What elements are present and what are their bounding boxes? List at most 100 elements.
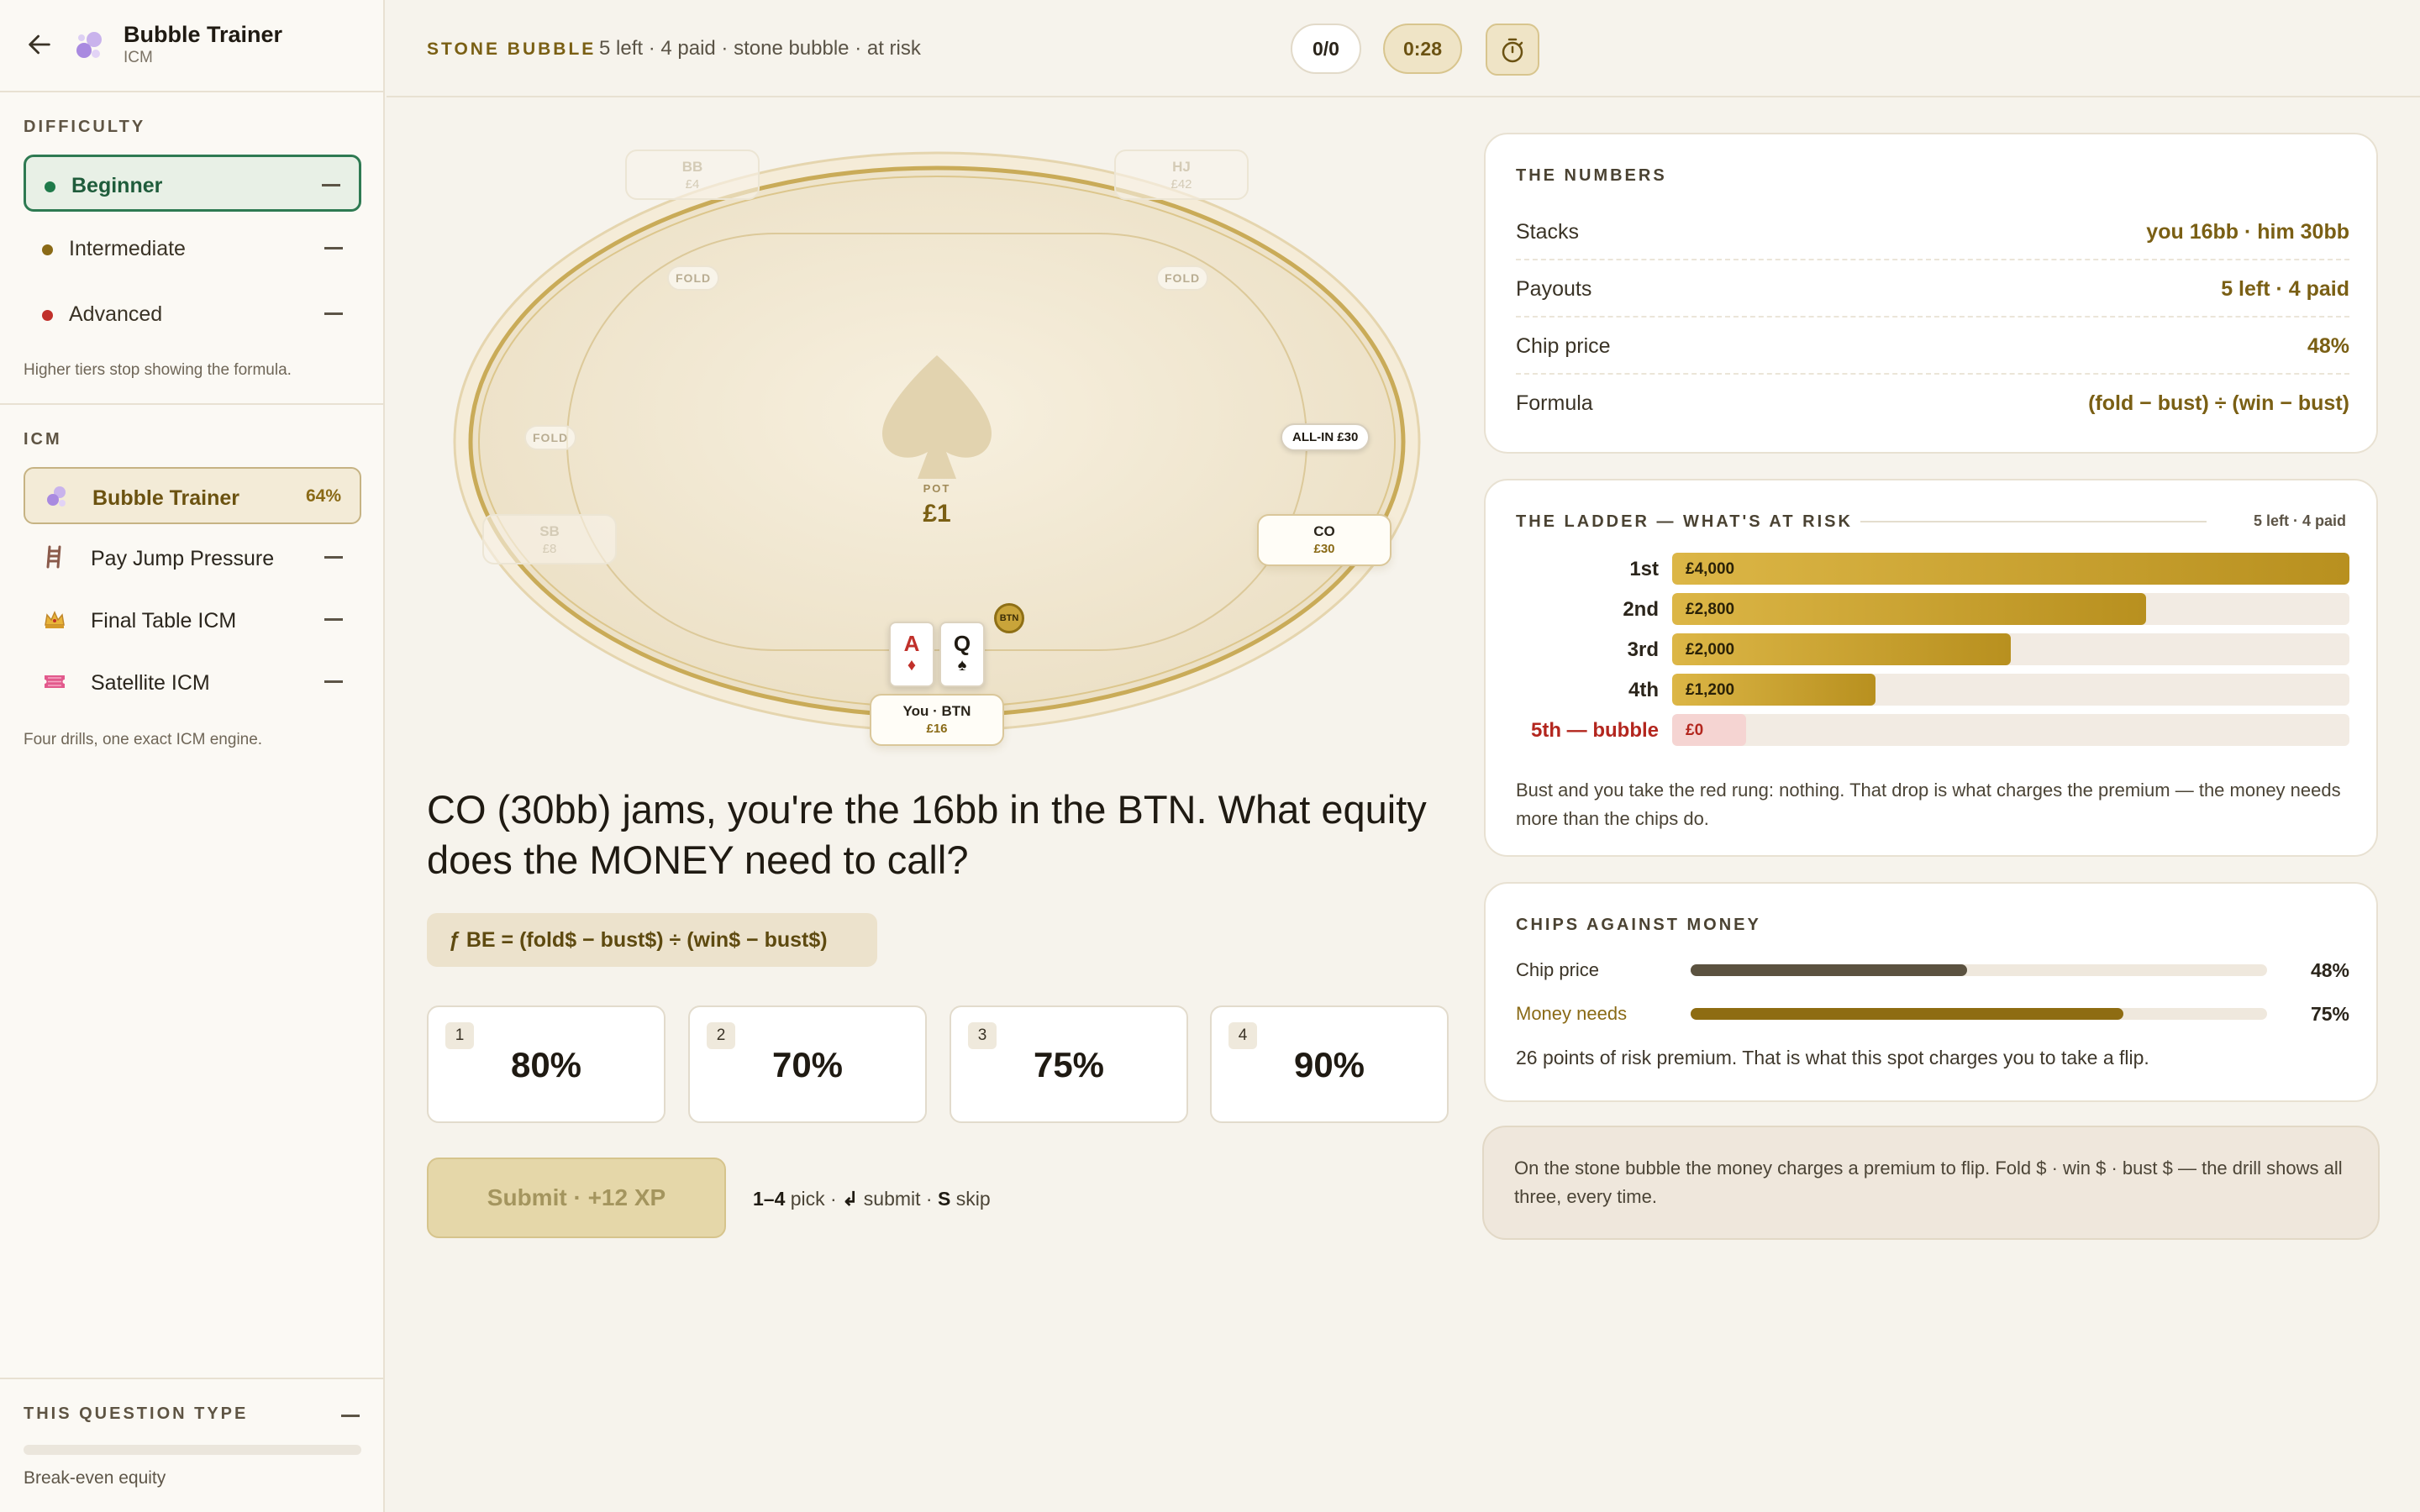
ladder-meta: 5 left · 4 paid — [2253, 512, 2346, 529]
row-label: Formula — [1516, 391, 1593, 415]
pot-label: POT — [923, 482, 951, 495]
rung-prize: £2,000 — [1686, 641, 1735, 659]
pot-value: £1 — [923, 500, 951, 528]
hint-submit-key: ↲ — [842, 1188, 859, 1210]
timer-pill: 0:28 — [1383, 24, 1462, 74]
chip-price-fill — [1691, 964, 1968, 976]
hint-skip-key: S — [937, 1188, 951, 1210]
submit-button[interactable]: Submit · +12 XP — [427, 1158, 726, 1238]
difficulty-label-beginner: Beginner — [71, 174, 163, 197]
ticket-icon — [45, 675, 65, 688]
rung-track: £4,000 — [1672, 553, 2349, 585]
nav-label: Satellite ICM — [91, 671, 210, 695]
ladder-rung: 5th — bubble £0 — [1516, 714, 2349, 746]
status-dot — [45, 181, 55, 192]
sidebar-header: Bubble Trainer ICM — [0, 0, 383, 92]
money-needs-fill — [1691, 1008, 2123, 1020]
rung-place: 2nd — [1623, 598, 1659, 621]
money-needs-track — [1691, 1008, 2267, 1020]
allin-tag-co: ALL-IN £30 — [1281, 423, 1370, 451]
nav-item-final-table-icm[interactable]: Final Table ICM — [24, 591, 361, 648]
nav-item-pay-jump-pressure[interactable]: Pay Jump Pressure — [24, 529, 361, 586]
nav-item-satellite-icm[interactable]: Satellite ICM — [24, 654, 361, 711]
score-pill: 0/0 — [1291, 24, 1361, 74]
seat-you: You · BTN £16 — [870, 694, 1004, 746]
collapse-icon[interactable] — [341, 1415, 360, 1417]
hint-submit: submit · — [863, 1188, 933, 1210]
option-value: 90% — [1293, 1045, 1365, 1084]
progress-badge: 64% — [305, 486, 341, 506]
row-label: Money needs — [1516, 1003, 1628, 1024]
keyboard-hint: 1–4 pick · ↲ submit · S skip — [753, 1188, 991, 1210]
top-bar: STONE BUBBLE 5 left · 4 paid · stone bub… — [387, 0, 2420, 97]
back-arrow-icon[interactable] — [25, 30, 54, 59]
numbers-title: THE NUMBERS — [1516, 166, 1667, 185]
ladder-rung: 3rd £2,000 — [1516, 633, 2349, 665]
chips-vs-money-note: 26 points of risk premium. That is what … — [1516, 1047, 2149, 1068]
footer-note: On the stone bubble the money charges a … — [1482, 1126, 2380, 1240]
nav-label: Bubble Trainer — [92, 486, 240, 510]
difficulty-label-advanced: Advanced — [69, 302, 163, 326]
spot-subtitle: 5 left · 4 paid · stone bubble · at risk — [599, 37, 921, 60]
row-value: 48% — [2310, 959, 2349, 981]
ladder-card: THE LADDER — WHAT'S AT RISK 5 left · 4 p… — [1484, 479, 2378, 857]
status-dot — [42, 244, 53, 255]
row-value: 5 left · 4 paid — [2221, 277, 2349, 301]
row-value: (fold − bust) ÷ (win − bust) — [2088, 391, 2349, 415]
rung-bar — [1672, 593, 2146, 625]
collapse-icon — [322, 184, 340, 186]
bubbles-logo-icon — [76, 32, 102, 58]
stopwatch-icon — [1502, 38, 1523, 63]
card-suit: ♦ — [907, 656, 917, 675]
collapse-icon — [324, 247, 343, 249]
chips-vs-money-title: CHIPS AGAINST MONEY — [1516, 916, 1761, 934]
row-label: Payouts — [1516, 277, 1592, 301]
dealer-button: BTN — [994, 603, 1024, 633]
nav-item-bubble-trainer[interactable]: Bubble Trainer 64% — [24, 467, 361, 524]
numbers-row-payouts: Payouts 5 left · 4 paid — [1516, 260, 2349, 318]
hint-pick: pick · — [790, 1188, 837, 1210]
question-type-label: THIS QUESTION TYPE — [24, 1404, 249, 1423]
answer-option-3[interactable]: 3 75% — [950, 1005, 1188, 1123]
card-suit: ♠ — [957, 656, 967, 675]
option-value: 75% — [1033, 1045, 1105, 1084]
difficulty-intermediate[interactable]: Intermediate — [24, 220, 361, 277]
question-text: CO (30bb) jams, you're the 16bb in the B… — [427, 787, 1427, 882]
stopwatch-button[interactable] — [1486, 24, 1539, 76]
hint-skip: skip — [955, 1188, 991, 1210]
difficulty-beginner[interactable]: Beginner — [24, 155, 361, 212]
app-title: Bubble Trainer — [124, 22, 283, 47]
table-felt — [453, 151, 1421, 732]
option-value: 80% — [510, 1045, 582, 1084]
rung-prize: £2,800 — [1686, 601, 1735, 618]
formula-hint: ƒ BE = (fold$ − bust$) ÷ (win$ − bust$) — [427, 913, 877, 967]
ladder-rung: 2nd £2,800 — [1516, 593, 2349, 625]
money-needs-row: Money needs 75% — [1516, 998, 2349, 1028]
seat-bb: BB £4 — [625, 150, 760, 200]
row-value: 75% — [2310, 1003, 2349, 1025]
numbers-card: THE NUMBERS Stacks you 16bb · him 30bb P… — [1484, 133, 2378, 454]
ladder-rule — [1860, 521, 2207, 522]
numbers-row-chip-price: Chip price 48% — [1516, 318, 2349, 375]
answer-option-1[interactable]: 1 80% — [427, 1005, 666, 1123]
seat-stack: £4 — [685, 177, 700, 192]
ladder-note: Bust and you take the red rung: nothing.… — [1516, 780, 2341, 829]
difficulty-advanced[interactable]: Advanced — [24, 286, 361, 343]
row-label: Stacks — [1516, 220, 1580, 244]
row-value: 48% — [2307, 334, 2349, 358]
seat-stack: £42 — [1171, 177, 1192, 192]
app-subtitle: ICM — [124, 49, 153, 66]
answer-option-4[interactable]: 4 90% — [1210, 1005, 1449, 1123]
card-rank: Q — [953, 631, 971, 656]
sidebar: Bubble Trainer ICM DIFFICULTY Beginner I… — [0, 0, 385, 1512]
crown-icon — [45, 611, 65, 628]
rung-track: £1,200 — [1672, 674, 2349, 706]
option-value: 70% — [771, 1045, 844, 1084]
answer-option-2[interactable]: 2 70% — [688, 1005, 927, 1123]
icm-section-label: ICM — [24, 430, 62, 449]
fold-tag-bb: FOLD — [667, 265, 720, 291]
hole-card-2: Q ♠ — [939, 622, 985, 687]
seat-name: CO — [1313, 523, 1335, 539]
rung-track: £2,000 — [1672, 633, 2349, 665]
rung-place: 1st — [1629, 558, 1659, 580]
